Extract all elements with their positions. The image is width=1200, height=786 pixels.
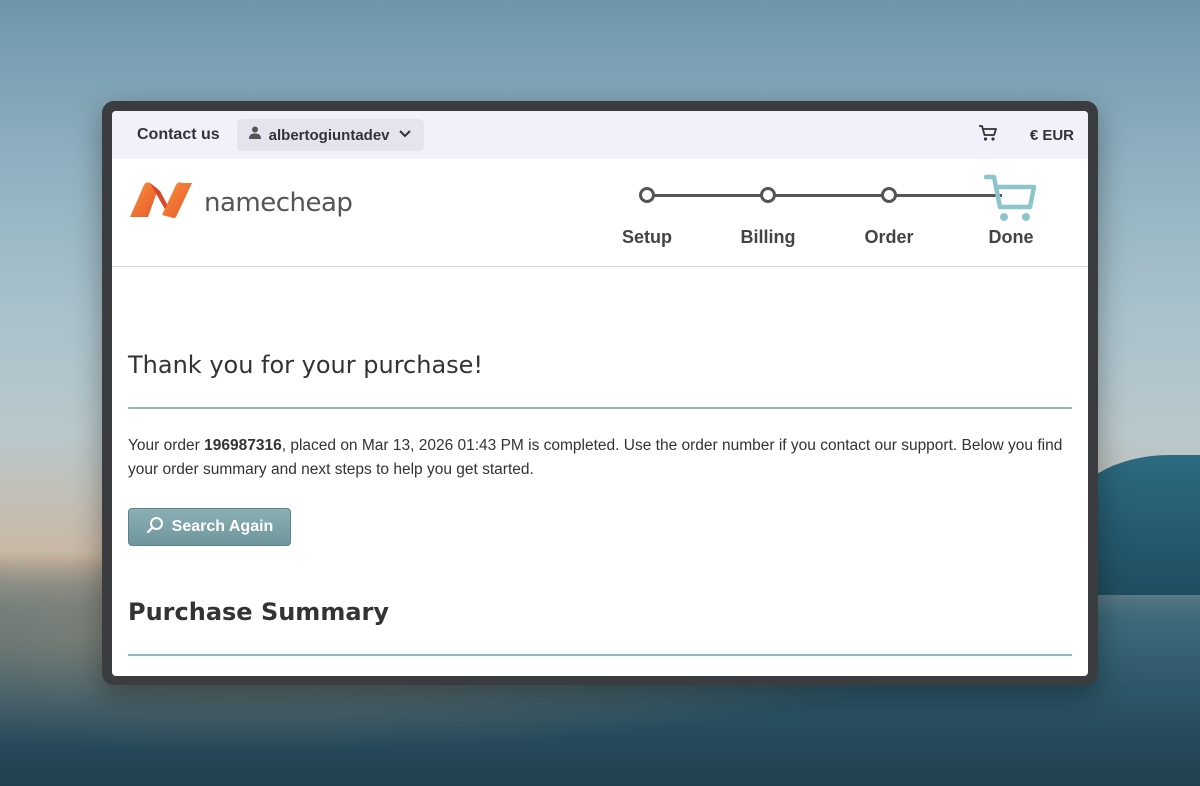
chevron-down-icon: [398, 126, 412, 144]
order-number: 196987316: [204, 437, 282, 454]
order-prefix: Your order: [128, 437, 205, 454]
main-content: Thank you for your purchase! Your order …: [112, 351, 1088, 656]
cart-done-icon: [983, 173, 1038, 228]
step-setup-dot: [639, 187, 655, 203]
site-header: namecheap Setup Billing Order Done: [112, 159, 1088, 267]
summary-divider: [128, 654, 1072, 656]
search-icon: [146, 516, 164, 539]
contact-us-link[interactable]: Contact us: [137, 126, 220, 144]
search-again-button[interactable]: Search Again: [128, 508, 291, 546]
username-label: albertogiuntadev: [268, 126, 390, 144]
step-done-label: Done: [988, 227, 1034, 247]
progress-line: [647, 194, 1002, 197]
page-title: Thank you for your purchase!: [128, 351, 484, 379]
order-confirmation-text: Your order 196987316, placed on Mar 13, …: [128, 434, 1072, 482]
step-billing-label: Billing: [740, 227, 796, 247]
top-bar: Contact us albertogiuntadev € EUR: [112, 111, 1088, 159]
cart-icon[interactable]: [978, 124, 998, 147]
currency-selector[interactable]: € EUR: [1030, 127, 1074, 144]
step-order-dot: [881, 187, 897, 203]
step-billing-dot: [760, 187, 776, 203]
step-order-label: Order: [864, 227, 914, 247]
checkout-progress: Setup Billing Order Done: [112, 159, 1088, 267]
browser-viewport: Contact us albertogiuntadev € EUR namech…: [112, 111, 1088, 676]
user-icon: [248, 126, 261, 144]
search-again-label: Search Again: [171, 518, 274, 535]
step-setup-label: Setup: [621, 227, 672, 247]
title-divider: [128, 407, 1072, 409]
purchase-summary-title: Purchase Summary: [128, 598, 389, 626]
account-dropdown[interactable]: albertogiuntadev: [236, 119, 424, 151]
